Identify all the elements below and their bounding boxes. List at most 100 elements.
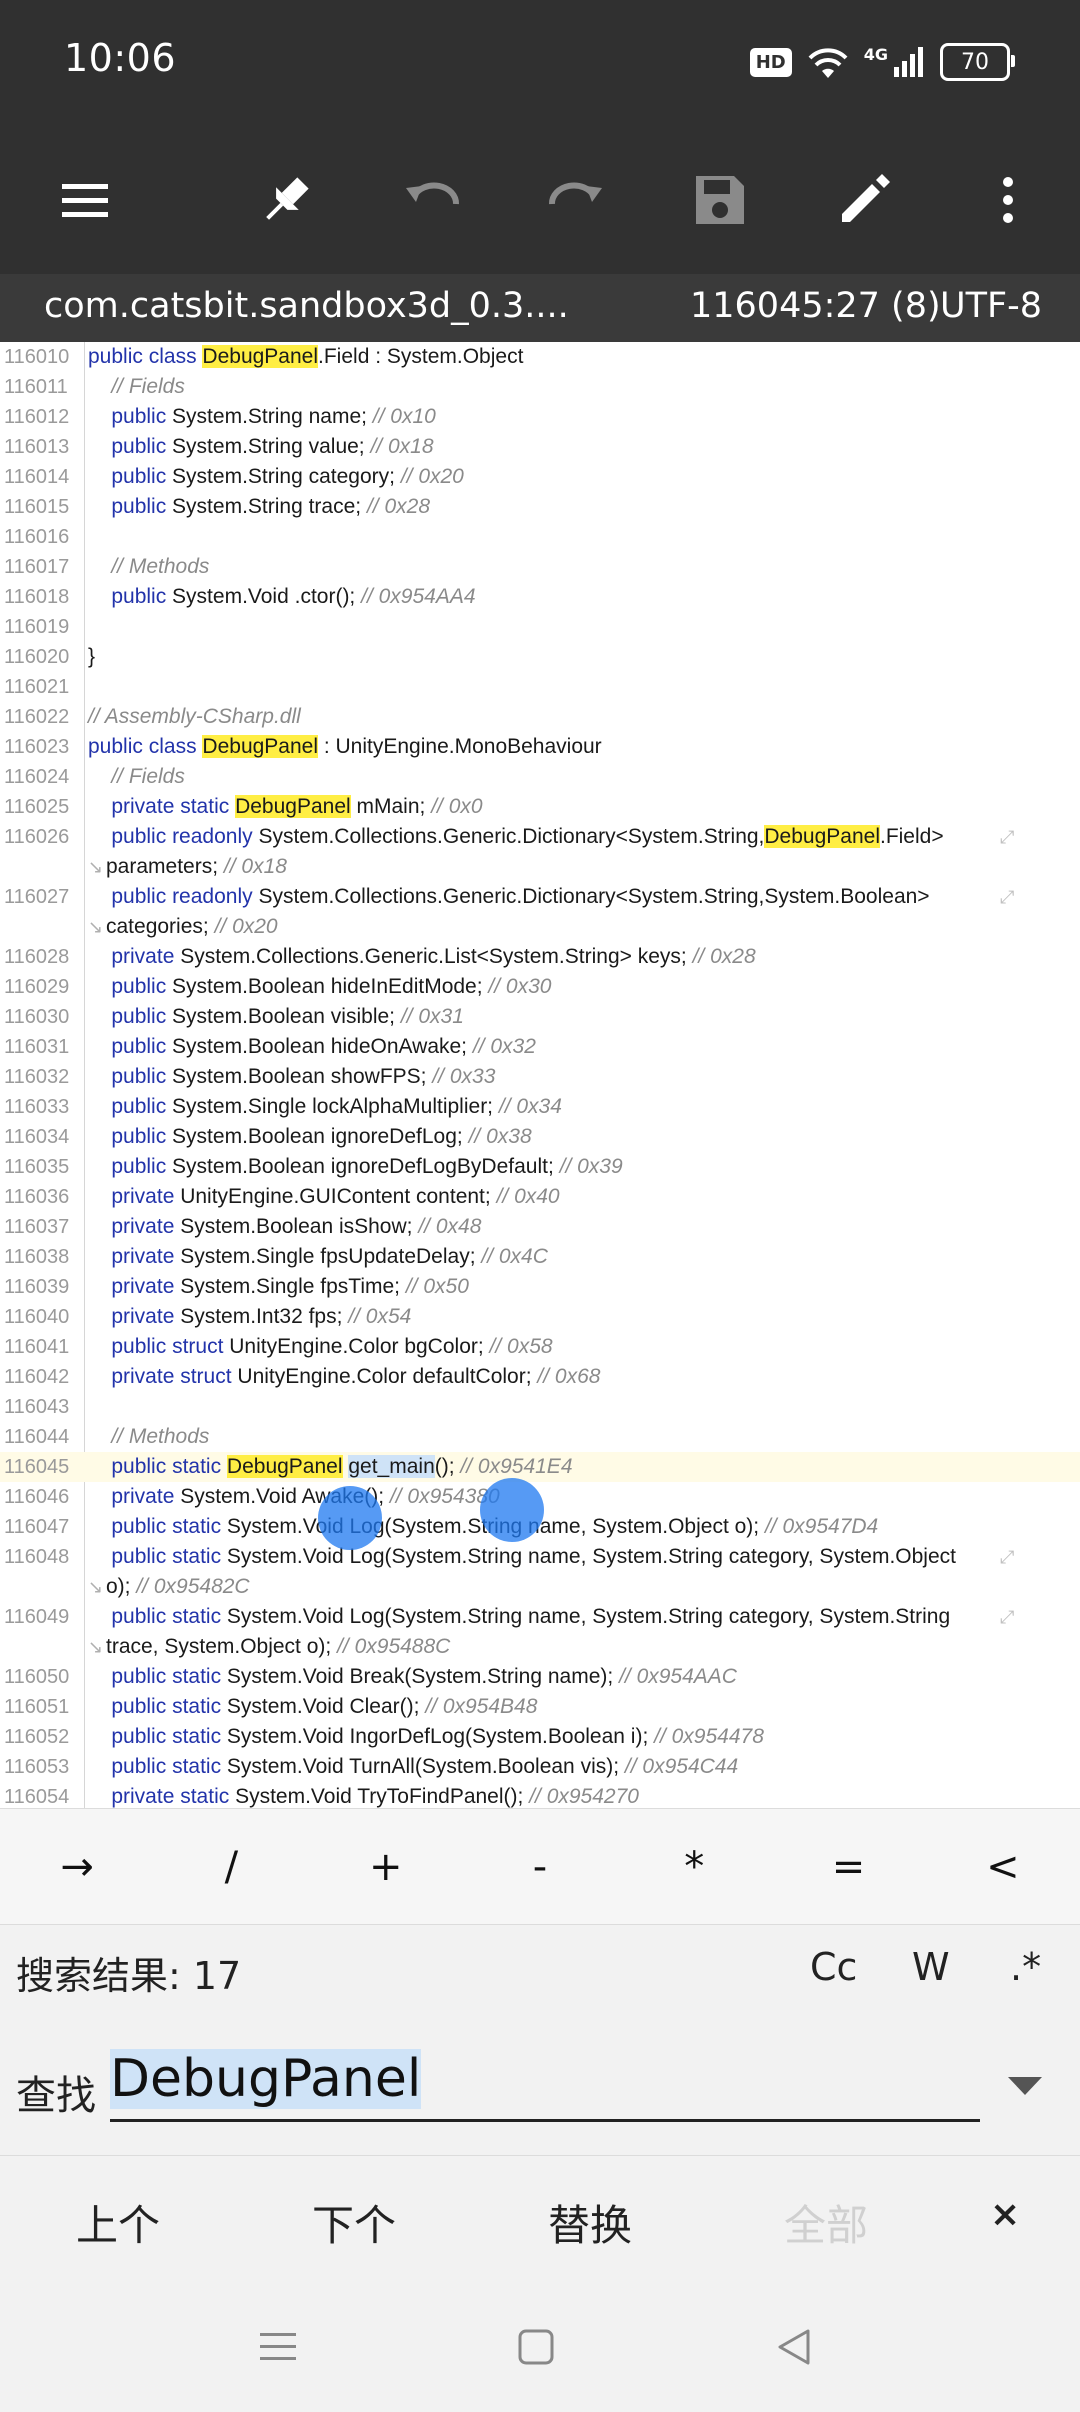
code-line[interactable]: 116018 public System.Void .ctor(); // 0x… xyxy=(0,582,1080,612)
comment: // 0x95482C xyxy=(136,1575,250,1598)
code-line[interactable]: 116053 public static System.Void TurnAll… xyxy=(0,1752,1080,1782)
line-number: 116012 xyxy=(4,406,70,428)
code-line[interactable]: 116024 // Fields xyxy=(0,762,1080,792)
code-text: o); // 0x95482C xyxy=(106,1575,250,1598)
edit-button[interactable] xyxy=(824,160,904,240)
code-line[interactable]: 116020} xyxy=(0,642,1080,672)
replace-button[interactable]: 替换 xyxy=(510,2192,670,2253)
line-number: 116032 xyxy=(4,1066,70,1088)
previous-match-button[interactable]: 上个 xyxy=(38,2192,198,2253)
code-line[interactable]: 116026 public readonly System.Collection… xyxy=(0,822,1080,852)
line-number: 116025 xyxy=(4,796,70,818)
code-line[interactable]: 116030 public System.Boolean visible; //… xyxy=(0,1002,1080,1032)
code-line[interactable]: 116054 private static System.Void TryToF… xyxy=(0,1782,1080,1808)
symbol-key-minus[interactable]: - xyxy=(463,1809,617,1925)
code-line[interactable]: 116027 public readonly System.Collection… xyxy=(0,882,1080,912)
symbol-key-equals[interactable]: = xyxy=(771,1809,925,1925)
undo-button[interactable] xyxy=(392,160,472,240)
comment: // 0x40 xyxy=(496,1185,560,1208)
code-line[interactable]: 116041 public struct UnityEngine.Color b… xyxy=(0,1332,1080,1362)
code-line[interactable]: 116040 private System.Int32 fps; // 0x54 xyxy=(0,1302,1080,1332)
code-line[interactable]: 116036 private UnityEngine.GUIContent co… xyxy=(0,1182,1080,1212)
code-line-continuation[interactable]: ↘ trace, System.Object o); // 0x95488C xyxy=(0,1632,1080,1662)
code-text: public System.Void .ctor(); // 0x954AA4 xyxy=(111,585,476,608)
file-info-bar: com.catsbit.sandbox3d_0.3.... 116045:27 … xyxy=(0,274,1080,342)
code-line[interactable]: 116042 private struct UnityEngine.Color … xyxy=(0,1362,1080,1392)
recents-icon[interactable] xyxy=(254,2323,302,2371)
code-line[interactable]: 116034 public System.Boolean ignoreDefLo… xyxy=(0,1122,1080,1152)
comment: // 0x18 xyxy=(223,855,287,878)
code-line[interactable]: 116021 xyxy=(0,672,1080,702)
code-text: public System.Boolean ignoreDefLogByDefa… xyxy=(111,1155,623,1178)
code-line[interactable]: 116015 public System.String trace; // 0x… xyxy=(0,492,1080,522)
signal-4g-icon xyxy=(894,47,923,77)
code-line[interactable]: 116039 private System.Single fpsTime; //… xyxy=(0,1272,1080,1302)
encoding-label[interactable]: UTF-8 xyxy=(940,286,1042,326)
more-button[interactable] xyxy=(968,160,1048,240)
code-line-continuation[interactable]: ↘ categories; // 0x20 xyxy=(0,912,1080,942)
symbol-key-slash[interactable]: / xyxy=(154,1809,308,1925)
home-icon[interactable] xyxy=(512,2323,560,2371)
symbol-key-plus[interactable]: + xyxy=(309,1809,463,1925)
match-case-toggle[interactable]: Cc xyxy=(810,1945,857,1989)
code-line[interactable]: 116016 xyxy=(0,522,1080,552)
code-line[interactable]: 116037 private System.Boolean isShow; //… xyxy=(0,1212,1080,1242)
code-editor[interactable]: 116010 public class DebugPanel.Field : Sy… xyxy=(0,342,1080,1808)
code-line[interactable]: 116019 xyxy=(0,612,1080,642)
find-input[interactable]: DebugPanel xyxy=(110,2049,980,2122)
code-line[interactable]: 116051 public static System.Void Clear()… xyxy=(0,1692,1080,1722)
redo-button[interactable] xyxy=(536,160,616,240)
file-name[interactable]: com.catsbit.sandbox3d_0.3.... xyxy=(44,286,569,326)
whole-word-toggle[interactable]: W xyxy=(912,1945,950,1989)
keyword: static xyxy=(172,1725,222,1748)
back-icon[interactable] xyxy=(770,2323,818,2371)
regex-toggle[interactable]: .* xyxy=(1010,1945,1041,1989)
menu-button[interactable] xyxy=(44,160,124,240)
next-match-button[interactable]: 下个 xyxy=(274,2192,434,2253)
code-text: public class DebugPanel : UnityEngine.Mo… xyxy=(88,735,602,758)
code-line[interactable]: 116013 public System.String value; // 0x… xyxy=(0,432,1080,462)
chevron-down-icon[interactable] xyxy=(1008,2077,1042,2095)
code-line[interactable]: 116031 public System.Boolean hideOnAwake… xyxy=(0,1032,1080,1062)
line-number: 116039 xyxy=(4,1276,70,1298)
code-line[interactable]: 116010 public class DebugPanel.Field : Sy… xyxy=(0,342,1080,372)
line-number: 116021 xyxy=(4,676,70,698)
code-line[interactable]: 116050 public static System.Void Break(S… xyxy=(0,1662,1080,1692)
comment: // 0x39 xyxy=(559,1155,623,1178)
code-line[interactable]: 116022 // Assembly-CSharp.dll xyxy=(0,702,1080,732)
code-line[interactable]: 116033 public System.Single lockAlphaMul… xyxy=(0,1092,1080,1122)
symbol-key-less-than[interactable]: < xyxy=(926,1809,1080,1925)
code-line[interactable]: 116049 public static System.Void Log(Sys… xyxy=(0,1602,1080,1632)
touch-indicator xyxy=(480,1478,544,1542)
code-line[interactable]: 116032 public System.Boolean showFPS; //… xyxy=(0,1062,1080,1092)
code-line[interactable]: 116045 public static DebugPanel get_main… xyxy=(0,1452,1080,1482)
code-line[interactable]: 116044 // Methods xyxy=(0,1422,1080,1452)
save-button[interactable] xyxy=(680,160,760,240)
code-line[interactable]: 116023 public class DebugPanel : UnityEng… xyxy=(0,732,1080,762)
code-text: private static DebugPanel mMain; // 0x0 xyxy=(111,795,483,818)
code-line[interactable]: 116017 // Methods xyxy=(0,552,1080,582)
symbol-key-asterisk[interactable]: * xyxy=(617,1809,771,1925)
code-line[interactable]: 116052 public static System.Void IngorDe… xyxy=(0,1722,1080,1752)
code-line[interactable]: 116012 public System.String name; // 0x1… xyxy=(0,402,1080,432)
search-match: DebugPanel xyxy=(202,345,319,368)
code-line[interactable]: 116029 public System.Boolean hideInEditM… xyxy=(0,972,1080,1002)
replace-all-button[interactable]: 全部 xyxy=(746,2192,906,2253)
code-line[interactable]: 116038 private System.Single fpsUpdateDe… xyxy=(0,1242,1080,1272)
code-line[interactable]: 116025 private static DebugPanel mMain; … xyxy=(0,792,1080,822)
menu-icon xyxy=(62,184,108,217)
code-line[interactable]: 116048 public static System.Void Log(Sys… xyxy=(0,1542,1080,1572)
keyword: public xyxy=(111,975,167,998)
wrap-continuation-icon: ↘ xyxy=(88,1577,104,1597)
comment: // 0x33 xyxy=(432,1065,496,1088)
code-line[interactable]: 116011 // Fields xyxy=(0,372,1080,402)
symbol-key-arrow[interactable]: → xyxy=(0,1809,154,1925)
code-line-continuation[interactable]: ↘ parameters; // 0x18 xyxy=(0,852,1080,882)
code-line[interactable]: 116043 xyxy=(0,1392,1080,1422)
code-line[interactable]: 116035 public System.Boolean ignoreDefLo… xyxy=(0,1152,1080,1182)
code-line[interactable]: 116014 public System.String category; //… xyxy=(0,462,1080,492)
code-line-continuation[interactable]: ↘ o); // 0x95482C xyxy=(0,1572,1080,1602)
code-line[interactable]: 116028 private System.Collections.Generi… xyxy=(0,942,1080,972)
pin-button[interactable] xyxy=(246,160,326,240)
close-search-button[interactable]: × xyxy=(990,2194,1020,2235)
